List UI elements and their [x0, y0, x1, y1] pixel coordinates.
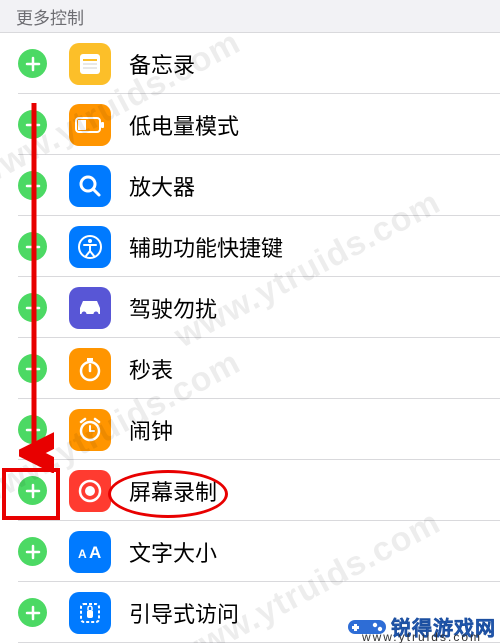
section-header: 更多控制	[0, 0, 500, 33]
control-label: 辅助功能快捷键	[129, 231, 500, 263]
control-label: 驾驶勿扰	[129, 292, 500, 324]
alarm-icon	[69, 409, 111, 451]
add-button[interactable]	[18, 49, 47, 78]
control-label: 秒表	[129, 353, 500, 385]
add-button[interactable]	[18, 293, 47, 322]
record-icon	[69, 470, 111, 512]
control-row: 辅助功能快捷键	[0, 216, 500, 277]
screen-root: 更多控制 备忘录低电量模式放大器辅助功能快捷键驾驶勿扰秒表闹钟屏幕录制 AA 文字大…	[0, 0, 500, 643]
add-button[interactable]	[18, 415, 47, 444]
plus-icon	[25, 56, 41, 72]
section-header-label: 更多控制	[16, 4, 84, 29]
plus-icon	[25, 300, 41, 316]
svg-text:A: A	[78, 547, 87, 561]
stopwatch-icon	[69, 348, 111, 390]
control-row: 闹钟	[0, 399, 500, 460]
control-row: 备忘录	[0, 33, 500, 94]
control-label: 文字大小	[129, 536, 500, 568]
control-label: 引导式访问	[129, 597, 500, 629]
car-icon	[69, 287, 111, 329]
control-label: 闹钟	[129, 414, 500, 446]
control-label: 屏幕录制	[129, 475, 500, 507]
add-button[interactable]	[18, 598, 47, 627]
plus-icon	[25, 483, 41, 499]
control-row: 屏幕录制	[0, 460, 500, 521]
control-row: 放大器	[0, 155, 500, 216]
battery-icon	[69, 104, 111, 146]
notes-icon	[69, 43, 111, 85]
add-button[interactable]	[18, 354, 47, 383]
plus-icon	[25, 605, 41, 621]
control-row: AA 文字大小	[0, 521, 500, 582]
controls-list: 备忘录低电量模式放大器辅助功能快捷键驾驶勿扰秒表闹钟屏幕录制 AA 文字大小引导式访…	[0, 33, 500, 643]
control-row: 驾驶勿扰	[0, 277, 500, 338]
add-button[interactable]	[18, 537, 47, 566]
add-button[interactable]	[18, 171, 47, 200]
add-button[interactable]	[18, 476, 47, 505]
accessibility-icon	[69, 226, 111, 268]
control-row: 秒表	[0, 338, 500, 399]
control-label: 放大器	[129, 170, 500, 202]
plus-icon	[25, 361, 41, 377]
plus-icon	[25, 422, 41, 438]
guided-icon	[69, 592, 111, 634]
plus-icon	[25, 544, 41, 560]
plus-icon	[25, 178, 41, 194]
plus-icon	[25, 117, 41, 133]
brand-sub-url: www.ytruids.com	[362, 630, 482, 643]
add-button[interactable]	[18, 232, 47, 261]
plus-icon	[25, 239, 41, 255]
magnifier-icon	[69, 165, 111, 207]
control-label: 低电量模式	[129, 109, 500, 141]
control-label: 备忘录	[129, 48, 500, 80]
textsize-icon: AA	[69, 531, 111, 573]
add-button[interactable]	[18, 110, 47, 139]
svg-text:A: A	[89, 543, 101, 562]
control-row: 低电量模式	[0, 94, 500, 155]
